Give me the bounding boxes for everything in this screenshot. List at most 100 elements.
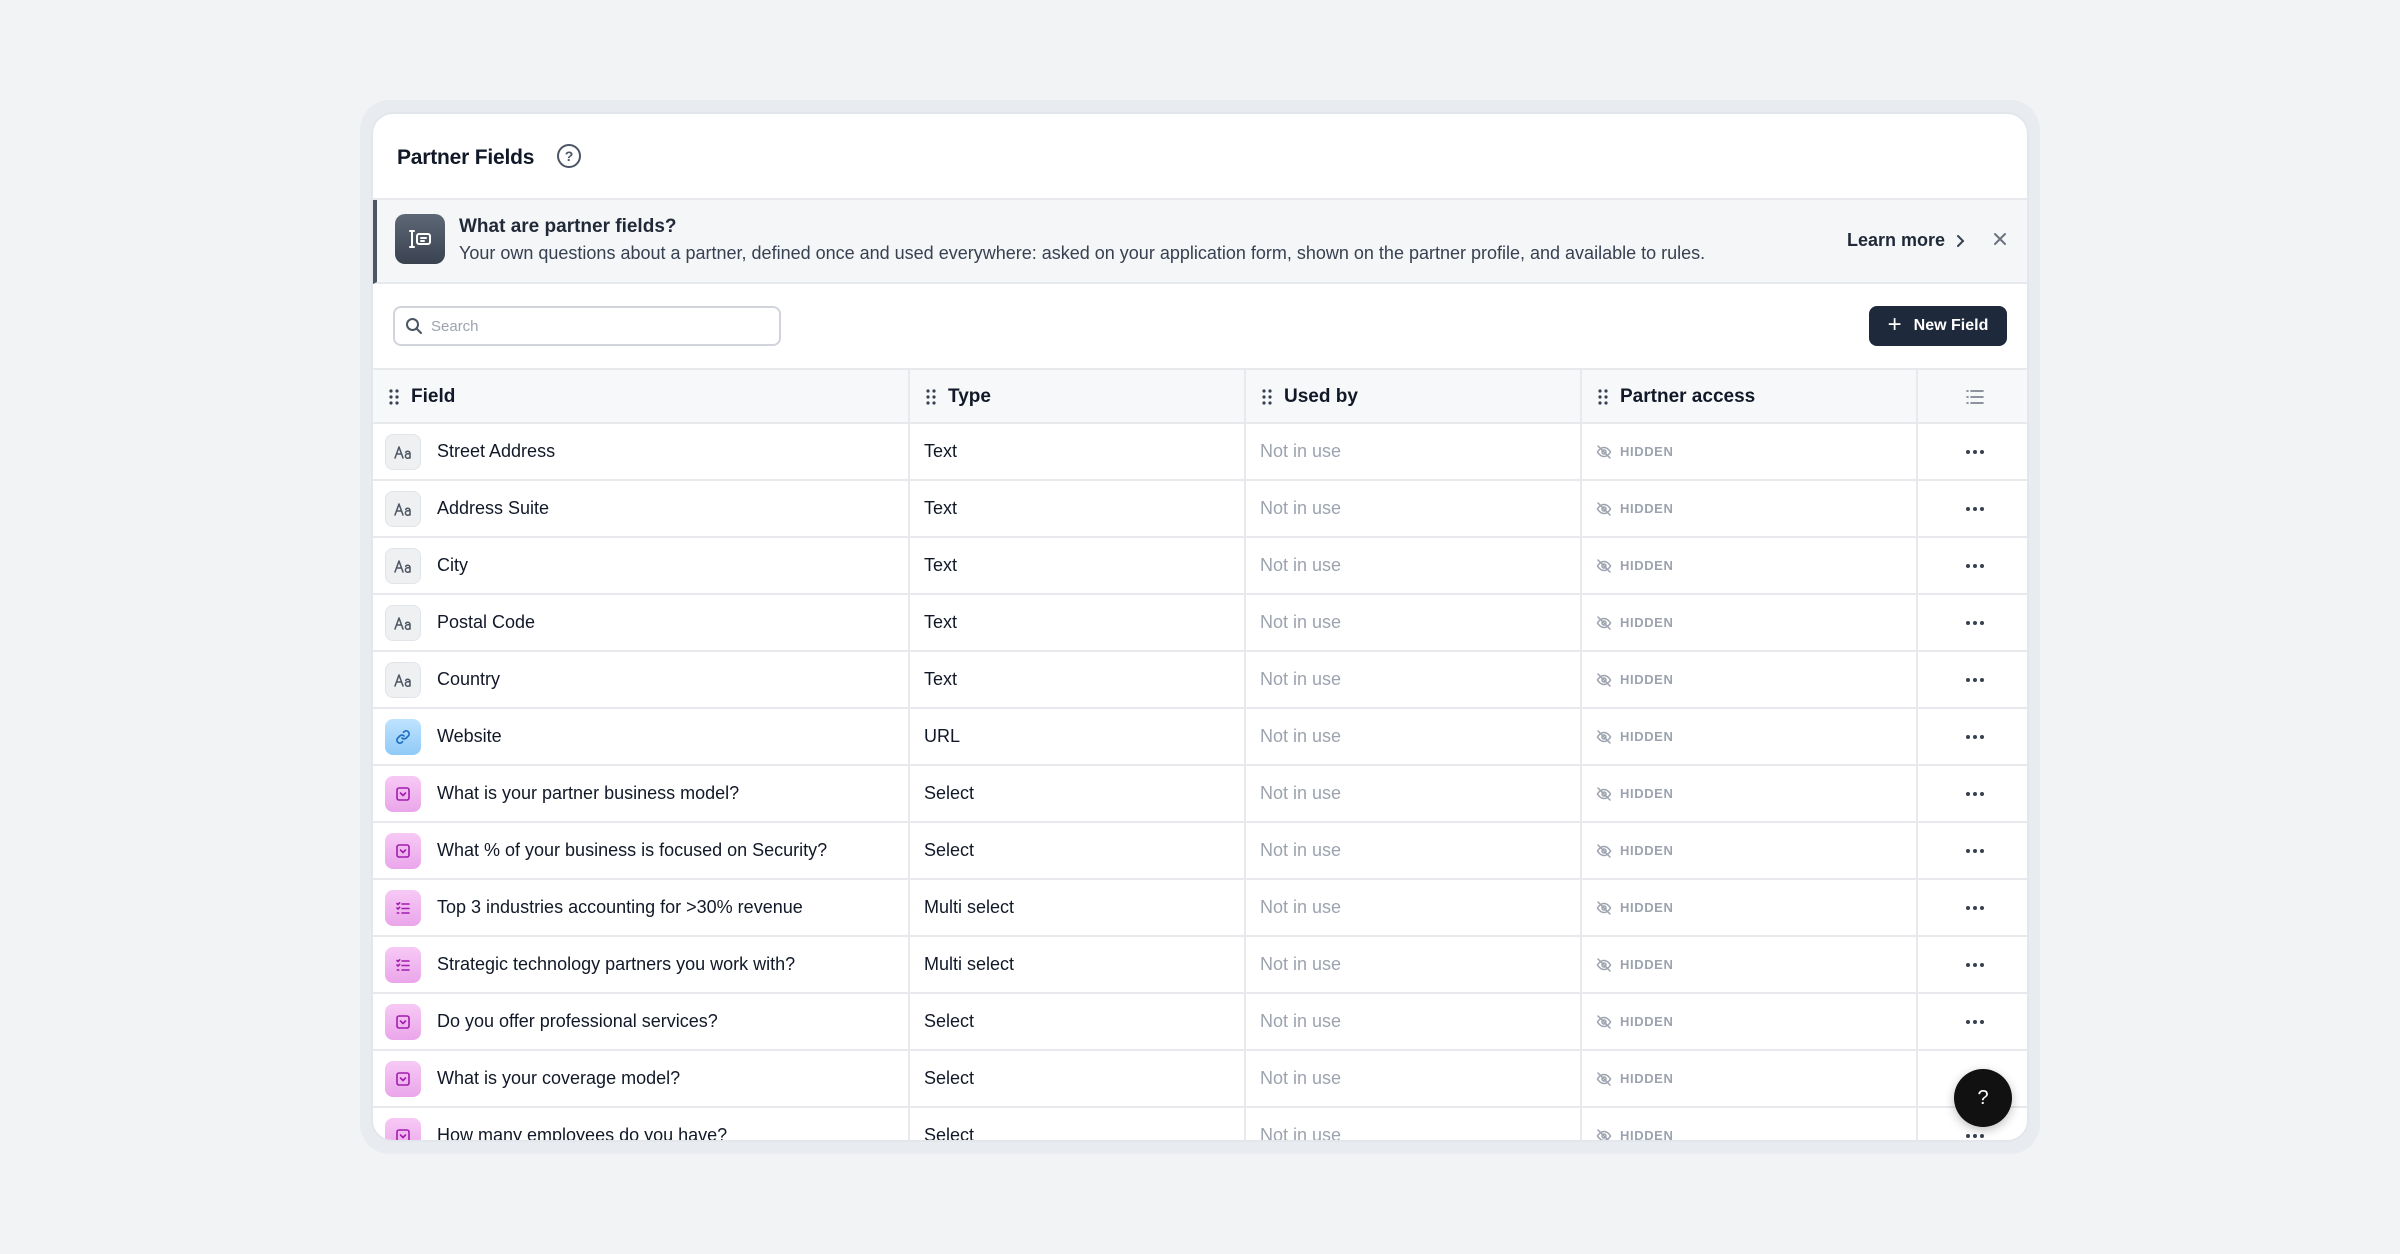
access-badge: HIDDEN (1620, 444, 1674, 459)
more-options-icon[interactable] (1918, 766, 2027, 821)
access-badge: HIDDEN (1620, 615, 1674, 630)
table-row[interactable]: How many employees do you have? Select Not… (373, 1108, 2027, 1142)
field-cell[interactable]: Country (373, 652, 910, 707)
field-name: Website (437, 726, 502, 746)
more-options-icon[interactable] (1918, 595, 2027, 650)
text-type-icon (385, 661, 421, 698)
more-options-icon[interactable] (1918, 538, 2027, 593)
partner-access-cell: HIDDEN (1582, 652, 1918, 707)
more-options-icon[interactable] (1918, 823, 2027, 878)
field-type: Select (924, 840, 975, 860)
drag-handle-icon[interactable] (389, 389, 399, 405)
column-label: Partner access (1620, 386, 1756, 407)
partner-access-cell: HIDDEN (1582, 709, 1918, 764)
partner-access-cell: HIDDEN (1582, 994, 1918, 1049)
field-type: Text (924, 669, 958, 689)
table-row[interactable]: What is your partner business model? Sele… (373, 766, 2027, 823)
field-cell[interactable]: Strategic technology partners you work w… (373, 937, 910, 992)
field-cell[interactable]: Do you offer professional services? (373, 994, 910, 1049)
table-row[interactable]: Postal Code Text Not in use HIDDEN (373, 595, 2027, 652)
type-cell: Text (910, 424, 1246, 479)
banner-title: What are partner fields? (459, 216, 677, 237)
question-circle-icon[interactable]: ? (557, 144, 581, 168)
table-row[interactable]: Street Address Text Not in use HIDDEN (373, 424, 2027, 481)
text-type-icon (385, 490, 421, 527)
field-name: Address Suite (437, 498, 550, 518)
more-options-icon[interactable] (1918, 994, 2027, 1049)
partner-access-cell: HIDDEN (1582, 1108, 1918, 1140)
select-type-icon (385, 832, 421, 869)
used-by-cell: Not in use (1246, 994, 1582, 1049)
eye-off-icon (1596, 957, 1612, 972)
table-header: Field Type Used by Partner access (373, 368, 2027, 424)
select-type-icon (385, 1003, 421, 1040)
table-row[interactable]: Strategic technology partners you work w… (373, 937, 2027, 994)
table-row[interactable]: Address Suite Text Not in use HIDDEN (373, 481, 2027, 538)
more-options-icon[interactable] (1918, 880, 2027, 935)
field-type: URL (924, 726, 961, 746)
access-badge: HIDDEN (1620, 501, 1674, 516)
table-row[interactable]: Top 3 industries accounting for >30% rev… (373, 880, 2027, 937)
field-cell[interactable]: Website (373, 709, 910, 764)
more-options-icon[interactable] (1918, 652, 2027, 707)
table-row[interactable]: City Text Not in use HIDDEN (373, 538, 2027, 595)
more-options-icon[interactable] (1918, 481, 2027, 536)
field-cell[interactable]: What % of your business is focused on Se… (373, 823, 910, 878)
field-cell[interactable]: Top 3 industries accounting for >30% rev… (373, 880, 910, 935)
select-type-icon (385, 1117, 421, 1140)
chevron-right-icon (1957, 234, 1965, 247)
column-header-field[interactable]: Field (373, 370, 910, 424)
multi-select-icon (385, 946, 421, 983)
help-chat-button[interactable]: ? (1954, 1069, 2012, 1127)
field-cell[interactable]: What is your coverage model? (373, 1051, 910, 1106)
access-badge: HIDDEN (1620, 1014, 1674, 1029)
table-row[interactable]: What % of your business is focused on Se… (373, 823, 2027, 880)
column-header-used-by[interactable]: Used by (1246, 370, 1582, 424)
used-by-cell: Not in use (1246, 481, 1582, 536)
field-cell[interactable]: How many employees do you have? (373, 1108, 910, 1140)
field-cell[interactable]: Address Suite (373, 481, 910, 536)
info-banner: What are partner fields? Your own questi… (373, 200, 2027, 284)
search-box[interactable] (393, 306, 781, 346)
column-label: Type (948, 386, 991, 407)
drag-handle-icon[interactable] (926, 389, 936, 405)
used-by-value: Not in use (1260, 897, 1342, 917)
more-options-icon[interactable] (1918, 424, 2027, 479)
field-cell[interactable]: Street Address (373, 424, 910, 479)
used-by-value: Not in use (1260, 612, 1342, 632)
partner-fields-card: Partner Fields ? What are partner fields… (371, 112, 2029, 1142)
column-header-type[interactable]: Type (910, 370, 1246, 424)
table-row[interactable]: Website URL Not in use HIDDEN (373, 709, 2027, 766)
close-icon[interactable] (1989, 228, 2011, 250)
column-settings-icon[interactable] (1918, 370, 2027, 424)
learn-more-link[interactable]: Learn more (1847, 230, 1965, 251)
new-field-button[interactable]: + New Field (1869, 306, 2007, 346)
type-cell: Text (910, 595, 1246, 650)
text-type-icon (385, 547, 421, 584)
type-cell: Text (910, 652, 1246, 707)
field-type: Select (924, 1125, 975, 1142)
drag-handle-icon[interactable] (1262, 389, 1272, 405)
table-row[interactable]: Do you offer professional services? Selec… (373, 994, 2027, 1051)
field-name: Do you offer professional services? (437, 1011, 718, 1031)
search-input[interactable] (431, 310, 771, 342)
eye-off-icon (1596, 786, 1612, 801)
column-header-partner-access[interactable]: Partner access (1582, 370, 1918, 424)
field-cell[interactable]: City (373, 538, 910, 593)
used-by-value: Not in use (1260, 1068, 1342, 1088)
partner-access-cell: HIDDEN (1582, 424, 1918, 479)
field-name: Postal Code (437, 612, 536, 632)
more-options-icon[interactable] (1918, 937, 2027, 992)
used-by-value: Not in use (1260, 1011, 1342, 1031)
drag-handle-icon[interactable] (1598, 389, 1608, 405)
field-cell[interactable]: What is your partner business model? (373, 766, 910, 821)
field-name: What is your coverage model? (437, 1068, 681, 1088)
field-cell[interactable]: Postal Code (373, 595, 910, 650)
partner-access-cell: HIDDEN (1582, 595, 1918, 650)
used-by-value: Not in use (1260, 840, 1342, 860)
table-row[interactable]: What is your coverage model? Select Not in… (373, 1051, 2027, 1108)
page-title: Partner Fields (397, 146, 535, 169)
field-type: Select (924, 1011, 975, 1031)
table-row[interactable]: Country Text Not in use HIDDEN (373, 652, 2027, 709)
more-options-icon[interactable] (1918, 709, 2027, 764)
